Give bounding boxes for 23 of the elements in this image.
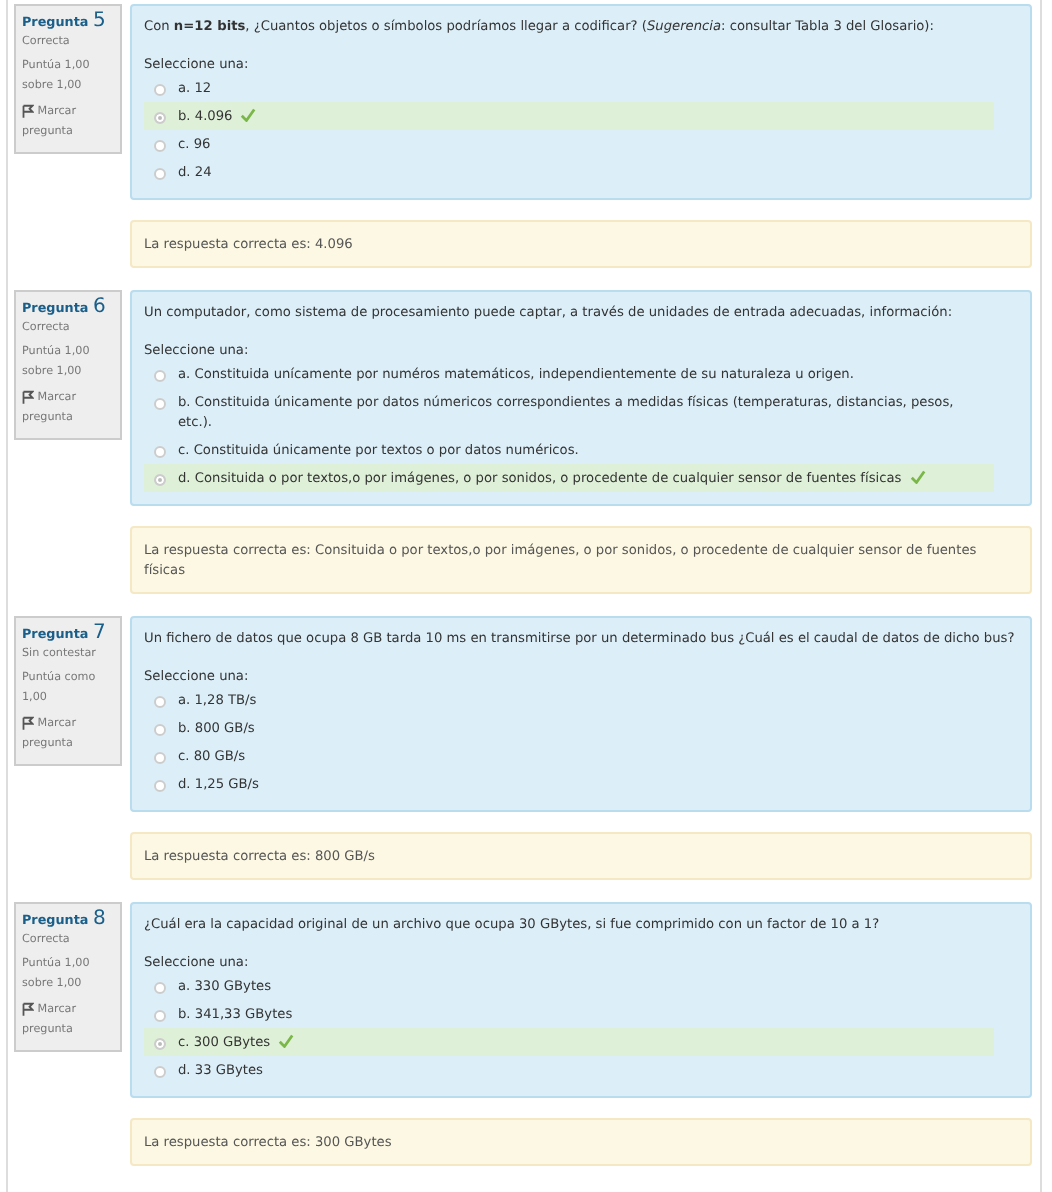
radio-button[interactable] (154, 139, 166, 151)
checkmark-icon (909, 470, 926, 484)
checkmark-icon (278, 1034, 295, 1048)
radio-button[interactable] (154, 167, 166, 179)
radio-button[interactable] (154, 1065, 166, 1077)
radio-button[interactable] (154, 779, 166, 791)
radio-button[interactable] (154, 751, 166, 763)
radio-button[interactable] (154, 1037, 166, 1049)
flag-icon (22, 389, 34, 404)
radio-button[interactable] (154, 83, 166, 95)
radio-button[interactable] (154, 981, 166, 993)
radio-button[interactable] (154, 473, 166, 485)
radio-button[interactable] (154, 1009, 166, 1021)
flag-icon (22, 103, 34, 118)
flag-icon (22, 715, 34, 730)
radio-button[interactable] (154, 111, 166, 123)
radio-button[interactable] (154, 369, 166, 381)
radio-button[interactable] (154, 397, 166, 409)
checkmark-icon (240, 108, 257, 122)
radio-button[interactable] (154, 695, 166, 707)
flag-icon (22, 1001, 34, 1016)
radio-button[interactable] (154, 723, 166, 735)
radio-button[interactable] (154, 445, 166, 457)
